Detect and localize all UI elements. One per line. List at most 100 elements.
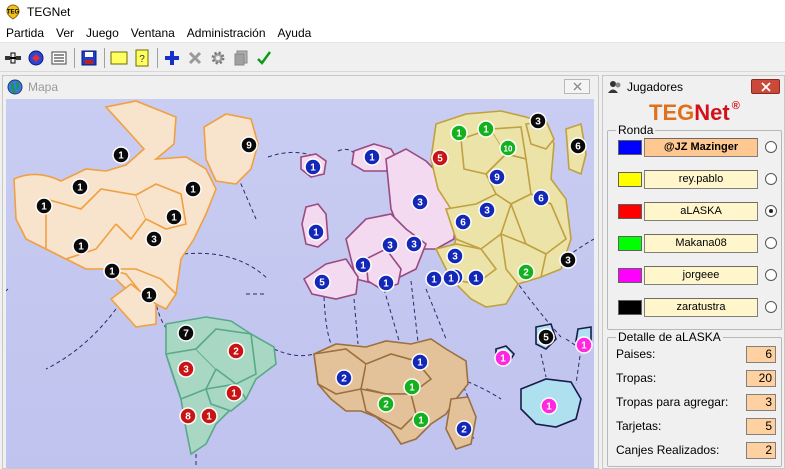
card-icon[interactable] [108, 47, 130, 69]
army-marker[interactable]: 1 [412, 411, 430, 429]
world-map-svg[interactable]: 1 9 1 1 1 1 3 1 1 1 7 2 3 1 8 1 1 1 1 3 1 3 3 1 1 5 1 1 1 3 5 9 10 6 3 6 6 3 1… [6, 99, 594, 468]
connect-icon[interactable] [2, 47, 24, 69]
army-count: 1 [581, 341, 587, 352]
army-count: 3 [387, 241, 393, 252]
army-marker[interactable]: 3 [145, 230, 163, 248]
army-marker[interactable]: 1 [307, 223, 325, 241]
north-america [13, 100, 259, 328]
save-icon[interactable] [78, 47, 100, 69]
army-marker[interactable]: 1 [411, 353, 429, 371]
player-radio[interactable] [765, 301, 777, 313]
player-row[interactable]: zaratustra [618, 297, 777, 317]
toolbar-separator [104, 47, 105, 68]
army-marker[interactable]: 1 [363, 148, 381, 166]
army-count: 2 [461, 425, 467, 436]
army-count: 9 [494, 173, 500, 184]
army-marker[interactable]: 1 [377, 274, 395, 292]
menu-ventana[interactable]: Ventana [125, 23, 181, 43]
army-marker[interactable]: 1 [540, 397, 558, 415]
army-count: 2 [233, 347, 239, 358]
army-marker[interactable]: 3 [446, 247, 464, 265]
copy-icon[interactable] [230, 47, 252, 69]
army-marker[interactable]: 1 [140, 286, 158, 304]
map-close-button[interactable] [564, 79, 590, 94]
player-row[interactable]: @JZ Mazinger [618, 137, 777, 157]
army-marker[interactable]: 3 [405, 235, 423, 253]
player-radio[interactable] [765, 141, 777, 153]
army-marker[interactable]: 1 [467, 269, 485, 287]
list-icon[interactable] [48, 47, 70, 69]
menu-juego[interactable]: Juego [80, 23, 125, 43]
world-map[interactable]: 1 9 1 1 1 1 3 1 1 1 7 2 3 1 8 1 1 1 1 3 1 3 3 1 1 5 1 1 1 3 5 9 10 6 3 6 6 3 1… [6, 99, 594, 468]
army-marker[interactable]: 1 [403, 378, 421, 396]
cancel-icon[interactable] [184, 47, 206, 69]
add-icon[interactable] [161, 47, 183, 69]
start-icon[interactable] [25, 47, 47, 69]
army-marker[interactable]: 1 [35, 197, 53, 215]
army-marker[interactable]: 3 [177, 360, 195, 378]
army-count: 3 [151, 235, 157, 246]
army-marker[interactable]: 3 [411, 193, 429, 211]
army-marker[interactable]: 5 [313, 273, 331, 291]
menu-ver[interactable]: Ver [50, 23, 80, 43]
army-marker[interactable]: 5 [537, 328, 555, 346]
army-marker[interactable]: 2 [517, 263, 535, 281]
army-marker[interactable]: 3 [529, 112, 547, 130]
army-marker[interactable]: 3 [381, 236, 399, 254]
army-marker[interactable]: 3 [559, 251, 577, 269]
army-marker[interactable]: 1 [71, 178, 89, 196]
player-radio[interactable] [765, 237, 777, 249]
army-marker[interactable]: 2 [227, 342, 245, 360]
army-marker[interactable]: 1 [450, 124, 468, 142]
army-count: 3 [417, 198, 423, 209]
army-marker[interactable]: 6 [454, 213, 472, 231]
army-marker[interactable]: 1 [304, 158, 322, 176]
player-radio[interactable] [765, 205, 777, 217]
army-marker[interactable]: 8 [179, 407, 197, 425]
menu-ayuda[interactable]: Ayuda [272, 23, 318, 43]
army-marker[interactable]: 1 [354, 256, 372, 274]
check-icon[interactable] [253, 47, 275, 69]
army-count: 6 [460, 218, 466, 229]
settings-icon[interactable] [207, 47, 229, 69]
army-count: 1 [190, 185, 196, 196]
player-row[interactable]: aLASKA [618, 201, 777, 221]
army-count: 1 [483, 125, 489, 136]
players-close-button[interactable] [751, 79, 780, 94]
menu-administracion[interactable]: Administración [181, 23, 272, 43]
card-question-icon[interactable]: ? [131, 47, 153, 69]
army-marker[interactable]: 1 [494, 349, 512, 367]
army-marker[interactable]: 6 [569, 137, 587, 155]
army-marker[interactable]: 10 [499, 139, 517, 157]
army-marker[interactable]: 1 [200, 407, 218, 425]
army-marker[interactable]: 1 [477, 120, 495, 138]
army-marker[interactable]: 1 [184, 180, 202, 198]
army-marker[interactable]: 5 [431, 149, 449, 167]
army-marker[interactable]: 9 [240, 136, 258, 154]
player-row[interactable]: jorgeee [618, 265, 777, 285]
toolbar-separator [74, 47, 75, 68]
army-marker[interactable]: 7 [177, 324, 195, 342]
army-marker[interactable]: 1 [112, 146, 130, 164]
close-icon [760, 81, 771, 92]
army-marker[interactable]: 6 [532, 189, 550, 207]
army-marker[interactable]: 2 [335, 369, 353, 387]
army-marker[interactable]: 2 [455, 420, 473, 438]
player-row[interactable]: rey.pablo [618, 169, 777, 189]
army-marker[interactable]: 1 [165, 208, 183, 226]
army-marker[interactable]: 9 [488, 168, 506, 186]
army-marker[interactable]: 1 [575, 336, 593, 354]
army-marker[interactable]: 1 [442, 269, 460, 287]
army-marker[interactable]: 3 [478, 201, 496, 219]
toolbar-separator [157, 47, 158, 68]
army-marker[interactable]: 1 [103, 262, 121, 280]
player-row[interactable]: Makana08 [618, 233, 777, 253]
player-name: Makana08 [644, 233, 758, 253]
army-marker[interactable]: 1 [225, 384, 243, 402]
army-marker[interactable]: 2 [377, 395, 395, 413]
player-radio[interactable] [765, 269, 777, 281]
army-marker[interactable]: 1 [425, 270, 443, 288]
player-radio[interactable] [765, 173, 777, 185]
army-marker[interactable]: 1 [72, 237, 90, 255]
menu-partida[interactable]: Partida [0, 23, 50, 43]
